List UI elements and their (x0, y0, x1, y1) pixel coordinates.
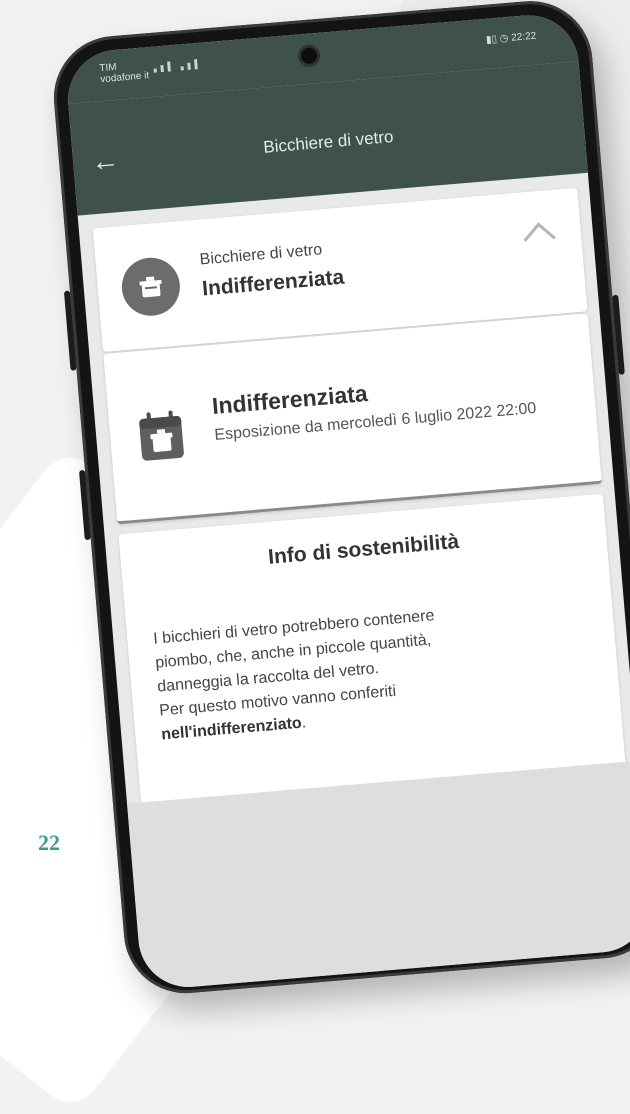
item-category: Indifferenziata (201, 265, 346, 301)
bin-icon (119, 255, 183, 319)
page-number: 22 (38, 830, 60, 855)
status-right: ▮▯ ◷ 22:22 (486, 31, 537, 46)
chevron-up-icon[interactable] (523, 222, 556, 255)
sustainability-title: Info di sostenibilità (267, 529, 460, 569)
phone-body: TIM vodafone it ▮▯ ◷ 22:22 ← Bicchiere d… (48, 0, 630, 999)
page-title: Bicchiere di vetro (262, 126, 395, 157)
phone-screen: TIM vodafone it ▮▯ ◷ 22:22 ← Bicchiere d… (64, 11, 630, 991)
sustainability-text: I bicchieri di vetro potrebbero contener… (152, 591, 606, 748)
battery-icon: ▮▯ ◷ (485, 32, 512, 46)
camera-icon (300, 47, 318, 65)
signal-icon (153, 59, 198, 73)
clock-label: 22:22 (510, 30, 537, 44)
volume-button (63, 290, 77, 371)
carrier-info: TIM vodafone it (99, 59, 150, 85)
text-end: . (300, 714, 307, 732)
calendar-bin-icon (139, 410, 184, 461)
phone-mockup: TIM vodafone it ▮▯ ◷ 22:22 ← Bicchiere d… (48, 0, 630, 999)
item-name: Bicchiere di vetro (199, 241, 323, 269)
content: Bicchiere di vetro Indifferenziata Indif… (92, 187, 628, 826)
power-button (612, 294, 625, 375)
